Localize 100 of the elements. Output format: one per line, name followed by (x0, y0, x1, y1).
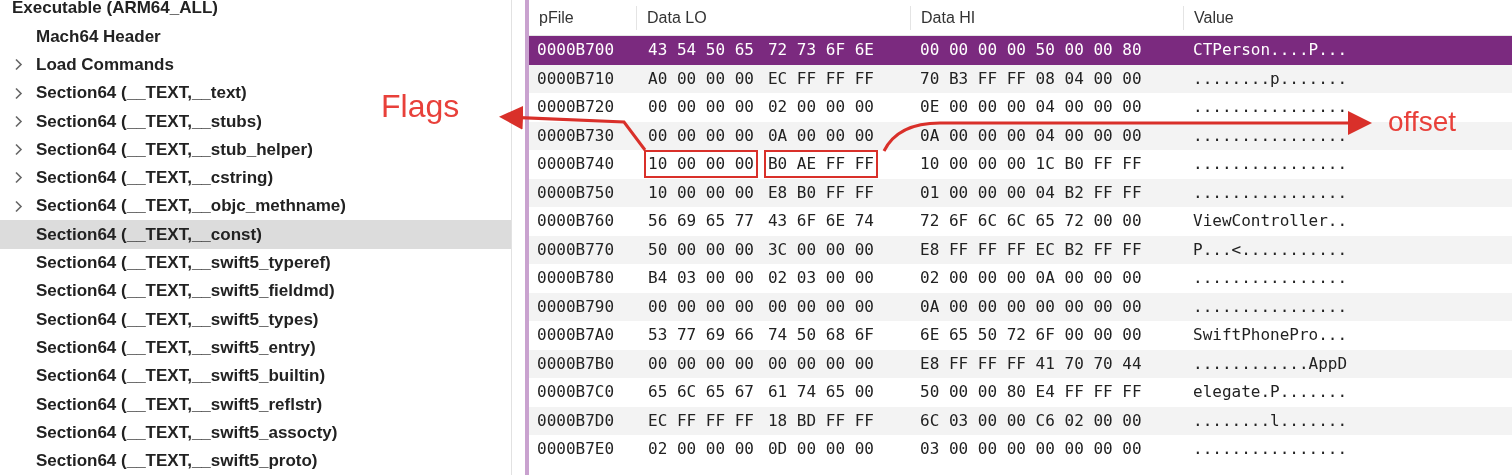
tree-item[interactable]: Section64 (__TEXT,__cstring) (0, 163, 278, 193)
hex-bytes: 0D 00 00 00 (766, 438, 875, 461)
hex-row[interactable]: 0000B7B0 00 00 00 00 00 00 00 00 E8 FF FF FF 41 70 70 44 ............AppD (529, 349, 1512, 378)
chevron-right-icon[interactable] (14, 199, 23, 213)
chevron-right-icon[interactable] (14, 58, 23, 72)
hex-bytes: 70 B3 FF FF 08 04 00 00 (919, 67, 1143, 90)
ascii-value: ........l....... (1193, 409, 1348, 432)
hex-bytes: 03 00 00 00 00 00 00 00 (919, 438, 1143, 461)
hex-bytes: B0 AE FF FF (763, 150, 878, 179)
offset-cell-text: 0000B7D0 (536, 409, 616, 432)
hex-bytes: 00 00 00 00 (766, 295, 875, 318)
column-header[interactable]: Value (1194, 5, 1234, 30)
tree-item[interactable]: Section64 (__TEXT,__swift5_fieldmd) (0, 276, 339, 306)
offset-cell-text: 0000B7C0 (536, 381, 616, 404)
hex-bytes: 0A 00 00 00 00 00 00 00 (919, 295, 1143, 318)
ascii-value: P...<........... (1193, 238, 1348, 261)
offset-cell-text: 0000B7B0 (536, 352, 616, 375)
chevron-right-icon[interactable] (14, 114, 23, 128)
offset-cell-text: 0000B710 (536, 67, 616, 90)
hex-bytes: 00 00 00 00 (766, 352, 875, 375)
ascii-value: ................ (1193, 96, 1348, 119)
hex-bytes: 61 74 65 00 (766, 381, 875, 404)
hex-bytes: A0 00 00 00 (647, 67, 755, 90)
ascii-value: SwiftPhonePro... (1193, 324, 1348, 347)
tree-root-label[interactable]: Executable (ARM64_ALL) (12, 0, 218, 21)
hex-row[interactable]: 0000B750 10 00 00 00 E8 B0 FF FF 01 00 00 00 04 B2 FF FF ................ (529, 178, 1512, 207)
hex-row[interactable]: 0000B770 50 00 00 00 3C 00 00 00 E8 FF FF FF EC B2 FF FF P...<........... (529, 235, 1512, 264)
hex-bytes: 43 6F 6E 74 (766, 210, 875, 233)
hex-bytes: 50 00 00 00 (647, 238, 755, 261)
hex-bytes: 10 00 00 00 (647, 181, 755, 204)
tree-item[interactable]: Mach64 Header (0, 22, 165, 51)
hex-bytes: 50 00 00 80 E4 FF FF FF (919, 381, 1143, 404)
hex-bytes: 6E 65 50 72 6F 00 00 00 (919, 324, 1143, 347)
hex-row[interactable]: 0000B790 00 00 00 00 00 00 00 00 0A 00 00 00 00 00 00 00 ................ (529, 292, 1512, 321)
ascii-value: ................ (1193, 438, 1348, 461)
offset-cell-text: 0000B720 (536, 96, 616, 119)
chevron-right-icon[interactable] (14, 86, 23, 100)
tree-item[interactable]: Section64 (__TEXT,__text) (0, 78, 251, 108)
hex-row[interactable]: 0000B710 A0 00 00 00 EC FF FF FF 70 B3 FF FF 08 04 00 00 ........p....... (529, 64, 1512, 93)
hex-bytes: EC FF FF FF (766, 67, 875, 90)
hex-bytes: 02 00 00 00 0A 00 00 00 (919, 267, 1143, 290)
hex-bytes: EC FF FF FF (647, 409, 755, 432)
tree-item[interactable]: Section64 (__TEXT,__swift5_types) (0, 305, 323, 334)
hex-bytes: B4 03 00 00 (647, 267, 755, 290)
column-header[interactable]: pFile (539, 5, 574, 30)
tree-item[interactable]: Section64 (__TEXT,__swift5_reflstr) (0, 390, 327, 419)
offset-cell-text: 0000B760 (536, 210, 616, 233)
hex-bytes: 01 00 00 00 04 B2 FF FF (919, 181, 1143, 204)
chevron-right-icon[interactable] (14, 171, 23, 185)
tree-item[interactable]: Section64 (__TEXT,__swift5_typeref) (0, 248, 335, 277)
tree-item[interactable]: Section64 (__TEXT,__swift5_proto) (0, 446, 322, 475)
hex-bytes: E8 FF FF FF EC B2 FF FF (919, 238, 1143, 261)
ascii-value: ................ (1193, 267, 1348, 290)
hex-bytes: 74 50 68 6F (766, 324, 875, 347)
ascii-value: ................ (1193, 295, 1348, 318)
hex-bytes: 00 00 00 00 (647, 96, 755, 119)
offset-cell-text: 0000B730 (536, 124, 616, 147)
hex-bytes: 10 00 00 00 (644, 150, 758, 179)
hex-bytes: 10 00 00 00 1C B0 FF FF (919, 153, 1143, 176)
hex-bytes: 65 6C 65 67 (647, 381, 755, 404)
hex-bytes: 00 00 00 00 (647, 352, 755, 375)
tree-item[interactable]: Section64 (__TEXT,__const) (0, 220, 511, 249)
hex-bytes: 53 77 69 66 (647, 324, 755, 347)
offset-cell-text: 0000B7E0 (536, 438, 616, 461)
hex-bytes: 18 BD FF FF (766, 409, 875, 432)
chevron-right-icon[interactable] (14, 143, 23, 157)
tree-item[interactable]: Section64 (__TEXT,__stub_helper) (0, 135, 317, 164)
offset-cell-text: 0000B790 (536, 295, 616, 318)
hex-bytes: 0A 00 00 00 (766, 124, 875, 147)
hex-bytes: 02 00 00 00 (766, 96, 875, 119)
hex-bytes: 0A 00 00 00 04 00 00 00 (919, 124, 1143, 147)
ascii-value: ................ (1193, 181, 1348, 204)
hex-bytes: 43 54 50 65 (647, 39, 755, 62)
hex-bytes: 6C 03 00 00 C6 02 00 00 (919, 409, 1143, 432)
hex-bytes: 56 69 65 77 (647, 210, 755, 233)
offset-cell-text: 0000B750 (536, 181, 616, 204)
offset-cell-text: 0000B770 (536, 238, 616, 261)
tree-item[interactable]: Section64 (__TEXT,__stubs) (0, 107, 266, 136)
hex-row[interactable]: 0000B700 43 54 50 65 72 73 6F 6E 00 00 00 00 50 00 00 80 CTPerson....P... (529, 36, 1512, 65)
ascii-value: ................ (1193, 153, 1348, 176)
hex-bytes: 00 00 00 00 50 00 00 80 (919, 39, 1143, 62)
tree-item[interactable]: Load Commands (0, 50, 178, 79)
tree-item[interactable]: Section64 (__TEXT,__objc_methname) (0, 192, 350, 221)
column-header[interactable]: Data LO (647, 5, 707, 30)
annotation-label: Flags (381, 90, 460, 122)
hex-bytes: 72 73 6F 6E (766, 39, 875, 62)
ascii-value: elegate.P....... (1193, 381, 1348, 404)
ascii-value: ................ (1193, 124, 1348, 147)
hex-bytes: 0E 00 00 00 04 00 00 00 (919, 96, 1143, 119)
offset-cell-text: 0000B7A0 (536, 324, 616, 347)
column-header[interactable]: Data HI (921, 5, 976, 30)
hex-row[interactable]: 0000B7D0 EC FF FF FF 18 BD FF FF 6C 03 00 00 C6 02 00 00 ........l....... (529, 406, 1512, 435)
tree-item[interactable]: Section64 (__TEXT,__swift5_builtin) (0, 361, 330, 391)
offset-cell-text: 0000B700 (536, 39, 616, 62)
tree-item[interactable]: Section64 (__TEXT,__swift5_entry) (0, 333, 320, 362)
hex-bytes: 00 00 00 00 (647, 295, 755, 318)
ascii-value: ViewController.. (1193, 210, 1348, 233)
hex-bytes: 00 00 00 00 (647, 124, 755, 147)
ascii-value: ........p....... (1193, 67, 1348, 90)
tree-item[interactable]: Section64 (__TEXT,__swift5_assocty) (0, 418, 342, 447)
